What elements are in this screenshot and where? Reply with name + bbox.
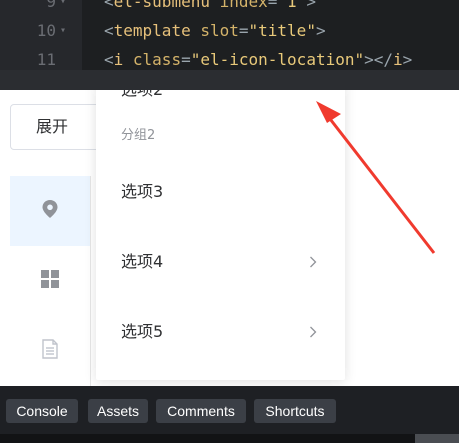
expand-button[interactable]: 展开: [10, 104, 106, 150]
horizontal-scrollbar-thumb[interactable]: [415, 434, 459, 443]
grid-menu-icon: [41, 270, 59, 292]
chevron-right-icon: [309, 234, 317, 290]
code-token: >: [315, 21, 326, 40]
code-token: class: [132, 50, 182, 69]
line-number: 9: [46, 0, 56, 11]
submenu-item-2[interactable]: 选项2: [96, 90, 345, 103]
comments-button[interactable]: Comments: [156, 399, 246, 423]
code-token: <: [104, 50, 114, 69]
code-text: <i class="el-icon-location"></i>: [104, 46, 412, 70]
side-menu-item-document[interactable]: [10, 316, 90, 386]
submenu-item-5[interactable]: 选项5: [96, 304, 345, 360]
side-menu-item-location[interactable]: [10, 176, 90, 246]
submenu-item-4[interactable]: 选项4: [96, 234, 345, 290]
submenu-group-title: 分组2: [121, 128, 156, 143]
fold-toggle-icon[interactable]: ▾: [60, 0, 66, 16]
code-line[interactable]: 11 <i class="el-icon-location"></i>: [0, 46, 459, 70]
chevron-right-icon: [309, 304, 317, 360]
code-token: "1": [277, 0, 307, 11]
fold-toggle-icon[interactable]: ▾: [60, 17, 66, 45]
code-token: slot: [200, 21, 239, 40]
bottom-toolbar: Console Assets Comments Shortcuts: [0, 386, 459, 434]
code-token: <: [104, 0, 114, 11]
collapsed-side-menu: [10, 176, 91, 386]
code-token: <: [104, 21, 114, 40]
location-icon: [41, 199, 59, 223]
code-token: "el-icon-location": [190, 50, 365, 69]
code-token: ></: [364, 50, 394, 69]
submenu-item-4-label: 选项4: [121, 252, 164, 271]
code-text: <el-submenu index="1">: [104, 0, 316, 16]
code-line[interactable]: 9 ▾ <el-submenu index="1">: [0, 0, 459, 16]
code-token: =: [267, 0, 278, 11]
code-line[interactable]: 10 ▾ <template slot="title">: [0, 17, 459, 45]
submenu-item-3[interactable]: 选项3: [96, 164, 345, 220]
assets-button[interactable]: Assets: [88, 399, 148, 423]
code-editor[interactable]: 9 ▾ <el-submenu index="1"> 10 ▾ <template sl…: [0, 0, 459, 70]
side-menu-item-grid[interactable]: [10, 246, 90, 316]
submenu-popup: 选项2 分组2 选项3 选项4 选项5: [96, 90, 345, 380]
line-number: 10: [36, 21, 56, 40]
code-token: template: [113, 21, 201, 40]
code-token: el-submenu: [113, 0, 220, 11]
document-icon: [42, 339, 58, 363]
line-number: 11: [36, 50, 56, 69]
pane-divider[interactable]: [0, 70, 459, 90]
code-token: i: [393, 50, 403, 69]
code-token: =: [238, 21, 249, 40]
code-text: <template slot="title">: [104, 17, 326, 45]
code-token: >: [402, 50, 413, 69]
bottom-strip: [0, 434, 459, 443]
expand-button-label: 展开: [36, 117, 69, 136]
code-token: "title": [248, 21, 316, 40]
submenu-item-5-label: 选项5: [121, 322, 164, 341]
submenu-item-3-label: 选项3: [121, 182, 164, 201]
code-token: index: [219, 0, 268, 11]
code-token: >: [306, 0, 316, 11]
submenu-item-2-label: 选项2: [121, 90, 163, 103]
code-token: =: [181, 50, 191, 69]
shortcuts-button[interactable]: Shortcuts: [254, 399, 336, 423]
result-preview: 展开 分组2 选项3 选项4 选项5: [0, 90, 459, 386]
code-token: i: [113, 50, 133, 69]
console-button[interactable]: Console: [6, 399, 78, 423]
